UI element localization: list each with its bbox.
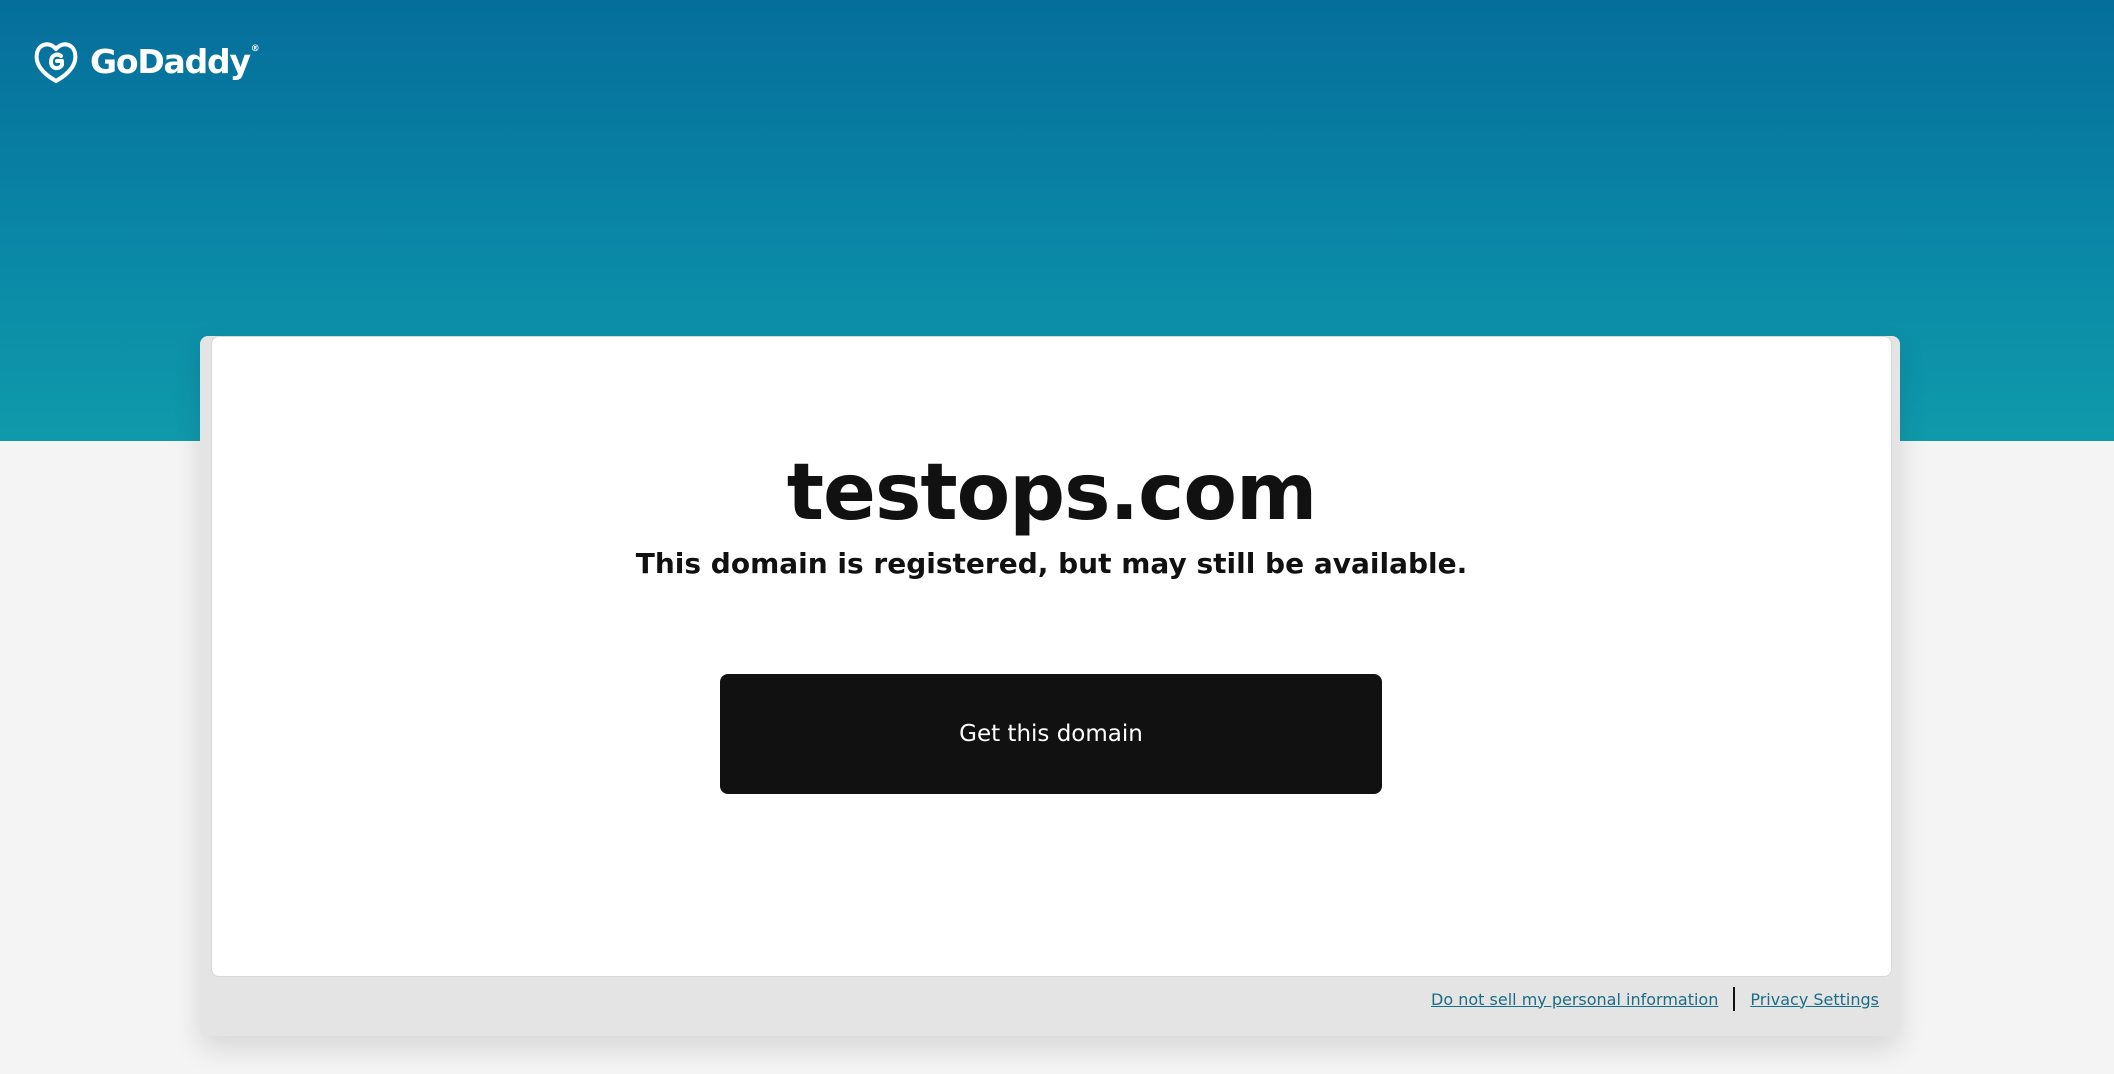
domain-name-title: testops.com (786, 448, 1317, 538)
domain-card: testops.com This domain is registered, b… (211, 336, 1892, 977)
privacy-settings-link[interactable]: Privacy Settings (1750, 990, 1879, 1009)
logo-wordmark: GoDaddy® (90, 42, 260, 81)
godaddy-heart-g-icon (34, 42, 78, 83)
registered-mark: ® (250, 44, 260, 54)
footer-links: Do not sell my personal information Priv… (1431, 986, 1879, 1012)
godaddy-logo[interactable]: GoDaddy® (32, 39, 260, 85)
footer-divider (1733, 987, 1736, 1011)
do-not-sell-link[interactable]: Do not sell my personal information (1431, 990, 1718, 1009)
availability-message: This domain is registered, but may still… (635, 547, 1468, 580)
get-this-domain-button[interactable]: Get this domain (720, 674, 1382, 794)
